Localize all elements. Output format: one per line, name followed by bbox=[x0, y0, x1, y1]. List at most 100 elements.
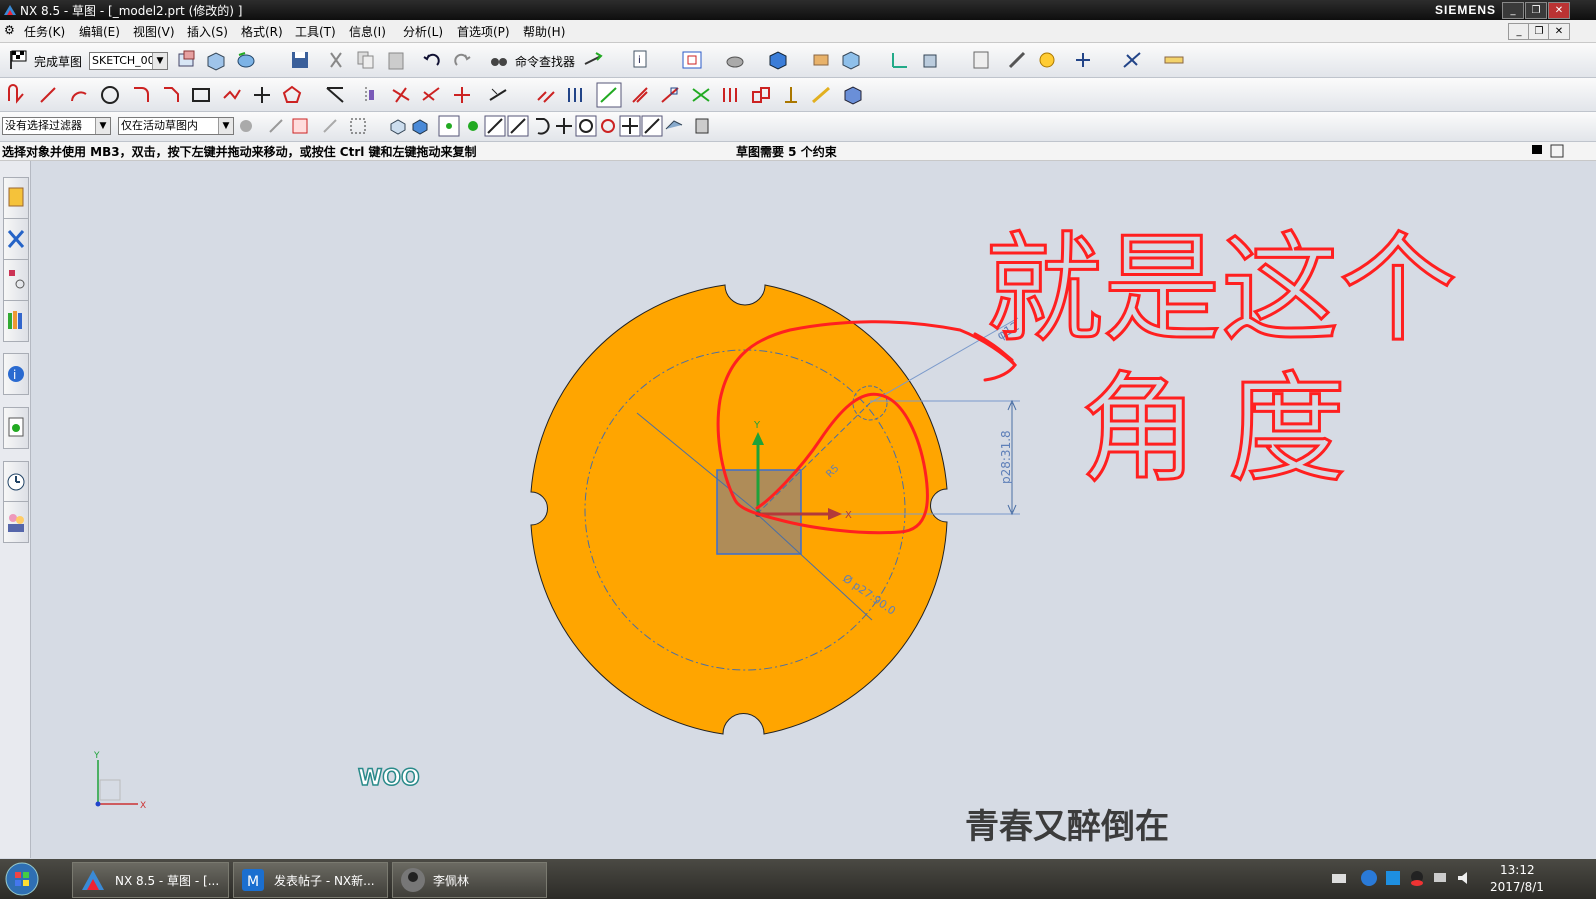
roles-tab[interactable] bbox=[3, 501, 29, 543]
doc-minimize-button[interactable]: _ bbox=[1508, 23, 1530, 40]
menu-view[interactable]: 视图(V) bbox=[133, 23, 175, 40]
reuse-library-tab[interactable] bbox=[3, 300, 29, 342]
taskbar-item-nx[interactable]: NX 8.5 - 草图 - [... bbox=[72, 862, 229, 898]
assembly-navigator-tab[interactable] bbox=[3, 177, 29, 219]
reattach-icon[interactable] bbox=[205, 49, 227, 71]
profile-icon[interactable] bbox=[5, 84, 27, 106]
alternate-icon[interactable] bbox=[659, 84, 681, 106]
menu-analysis[interactable]: 分析(L) bbox=[403, 23, 443, 40]
shaded-view-icon[interactable] bbox=[767, 49, 789, 71]
extend-icon[interactable] bbox=[420, 84, 442, 106]
menu-format[interactable]: 格式(R) bbox=[241, 23, 283, 40]
section-view-icon[interactable] bbox=[840, 49, 862, 71]
arc-icon[interactable] bbox=[68, 84, 90, 106]
analysis-icon[interactable] bbox=[1036, 49, 1058, 71]
copy-icon[interactable] bbox=[355, 49, 377, 71]
scope-select[interactable]: 仅在活动草图内 ▼ bbox=[118, 117, 234, 135]
face-select-icon[interactable] bbox=[410, 116, 430, 136]
sketch-name-select[interactable]: SKETCH_002 ▼ bbox=[89, 52, 168, 70]
start-button-icon[interactable] bbox=[2, 861, 42, 897]
menu-help[interactable]: 帮助(H) bbox=[523, 23, 565, 40]
grid-icon[interactable] bbox=[1121, 49, 1143, 71]
snap-point-icon[interactable] bbox=[290, 116, 310, 136]
body-select-icon[interactable] bbox=[388, 116, 408, 136]
circle-icon[interactable] bbox=[99, 84, 121, 106]
corner-icon[interactable] bbox=[451, 84, 473, 106]
k-tray-icon[interactable] bbox=[1360, 869, 1378, 887]
clock-time[interactable]: 13:12 bbox=[1500, 863, 1535, 877]
part-navigator-tab[interactable] bbox=[3, 259, 29, 301]
convert-ref-icon[interactable] bbox=[690, 84, 712, 106]
snap-on-face-icon[interactable] bbox=[663, 115, 685, 137]
menu-edit[interactable]: 编辑(E) bbox=[79, 23, 120, 40]
chamfer-icon[interactable] bbox=[160, 84, 182, 106]
snap-grid-icon[interactable] bbox=[462, 115, 484, 137]
relations-icon[interactable] bbox=[750, 84, 772, 106]
offset-icon[interactable] bbox=[324, 84, 346, 106]
snap-endpoint-icon[interactable] bbox=[438, 115, 460, 137]
constraint-navigator-tab[interactable] bbox=[3, 218, 29, 260]
paste-icon[interactable] bbox=[385, 49, 407, 71]
volume-tray-icon[interactable] bbox=[1456, 869, 1474, 887]
fixed-icon[interactable] bbox=[629, 84, 651, 106]
menu-task[interactable]: 任务(K) bbox=[24, 23, 65, 40]
finish-sketch-label[interactable]: 完成草图 bbox=[34, 53, 82, 70]
dimension-toggle-icon[interactable] bbox=[582, 49, 604, 71]
web-browser-tab[interactable]: i bbox=[3, 353, 29, 395]
history-tab[interactable] bbox=[3, 407, 29, 449]
lasso-icon[interactable] bbox=[348, 116, 368, 136]
constraint-icon[interactable] bbox=[535, 84, 557, 106]
move-icon[interactable] bbox=[920, 49, 942, 71]
taskbar-item-browser[interactable]: M 发表帖子 - NX新... bbox=[233, 862, 388, 898]
maximize-view-icon[interactable] bbox=[1548, 142, 1566, 160]
fit-view-icon[interactable] bbox=[681, 49, 703, 71]
full-screen-flag-icon[interactable] bbox=[1528, 142, 1546, 160]
snap-control-icon[interactable] bbox=[530, 115, 552, 137]
feature-select-icon[interactable] bbox=[266, 116, 286, 136]
keyboard-tray-icon[interactable] bbox=[1330, 869, 1348, 887]
evaluate-icon[interactable] bbox=[810, 84, 832, 106]
qq-tray-icon[interactable] bbox=[1408, 869, 1426, 887]
snap-intersect-icon[interactable] bbox=[553, 115, 575, 137]
doc-close-button[interactable]: ✕ bbox=[1548, 23, 1570, 40]
binoculars-icon[interactable] bbox=[488, 49, 510, 71]
trim-icon[interactable] bbox=[390, 84, 412, 106]
finish-sketch-flag-icon[interactable] bbox=[7, 49, 29, 71]
orient-view-icon[interactable] bbox=[724, 49, 746, 71]
snap-icon[interactable] bbox=[1072, 49, 1094, 71]
layer-filter-icon[interactable] bbox=[692, 116, 712, 136]
measure-icon[interactable] bbox=[1006, 49, 1028, 71]
menu-insert[interactable]: 插入(S) bbox=[187, 23, 228, 40]
delay-eval-icon[interactable] bbox=[780, 84, 802, 106]
auto-constrain-icon[interactable] bbox=[596, 82, 622, 108]
doc-restore-button[interactable]: ❐ bbox=[1528, 23, 1550, 40]
network-tray-icon[interactable] bbox=[1432, 869, 1450, 887]
taskbar-item-chat[interactable]: 李佩林 bbox=[392, 862, 547, 898]
menu-info[interactable]: 信息(I) bbox=[349, 23, 386, 40]
rectangle-icon[interactable] bbox=[190, 84, 212, 106]
menu-tools[interactable]: 工具(T) bbox=[295, 23, 336, 40]
maximize-button[interactable]: ❐ bbox=[1525, 2, 1547, 19]
system-materials-tab[interactable] bbox=[3, 461, 29, 503]
select-all-icon[interactable] bbox=[236, 116, 256, 136]
deselect-icon[interactable] bbox=[320, 116, 340, 136]
snap-center-icon[interactable] bbox=[575, 115, 597, 137]
undo-icon[interactable] bbox=[421, 49, 443, 71]
point-icon[interactable] bbox=[251, 84, 273, 106]
part-navigator-icon[interactable] bbox=[970, 49, 992, 71]
fillet-icon[interactable] bbox=[130, 84, 152, 106]
animate-dim-icon[interactable] bbox=[720, 84, 742, 106]
command-finder-label[interactable]: 命令查找器 bbox=[515, 53, 575, 70]
redo-icon[interactable] bbox=[451, 49, 473, 71]
wcs-icon[interactable] bbox=[888, 49, 910, 71]
graphics-canvas[interactable]: φ12 p28:31.8 Ø p27:90.0 R5 Y X 就是这个 角度 Y… bbox=[32, 161, 1596, 858]
line-icon[interactable] bbox=[37, 84, 59, 106]
update-model-icon[interactable] bbox=[235, 49, 257, 71]
ruler-icon[interactable] bbox=[1163, 49, 1185, 71]
mirror-icon[interactable] bbox=[355, 84, 377, 106]
close-button[interactable]: ✕ bbox=[1548, 2, 1570, 19]
save-icon[interactable] bbox=[289, 49, 311, 71]
layer-icon[interactable] bbox=[810, 49, 832, 71]
snap-end-icon[interactable] bbox=[484, 115, 506, 137]
snap-mid-icon[interactable] bbox=[507, 115, 529, 137]
